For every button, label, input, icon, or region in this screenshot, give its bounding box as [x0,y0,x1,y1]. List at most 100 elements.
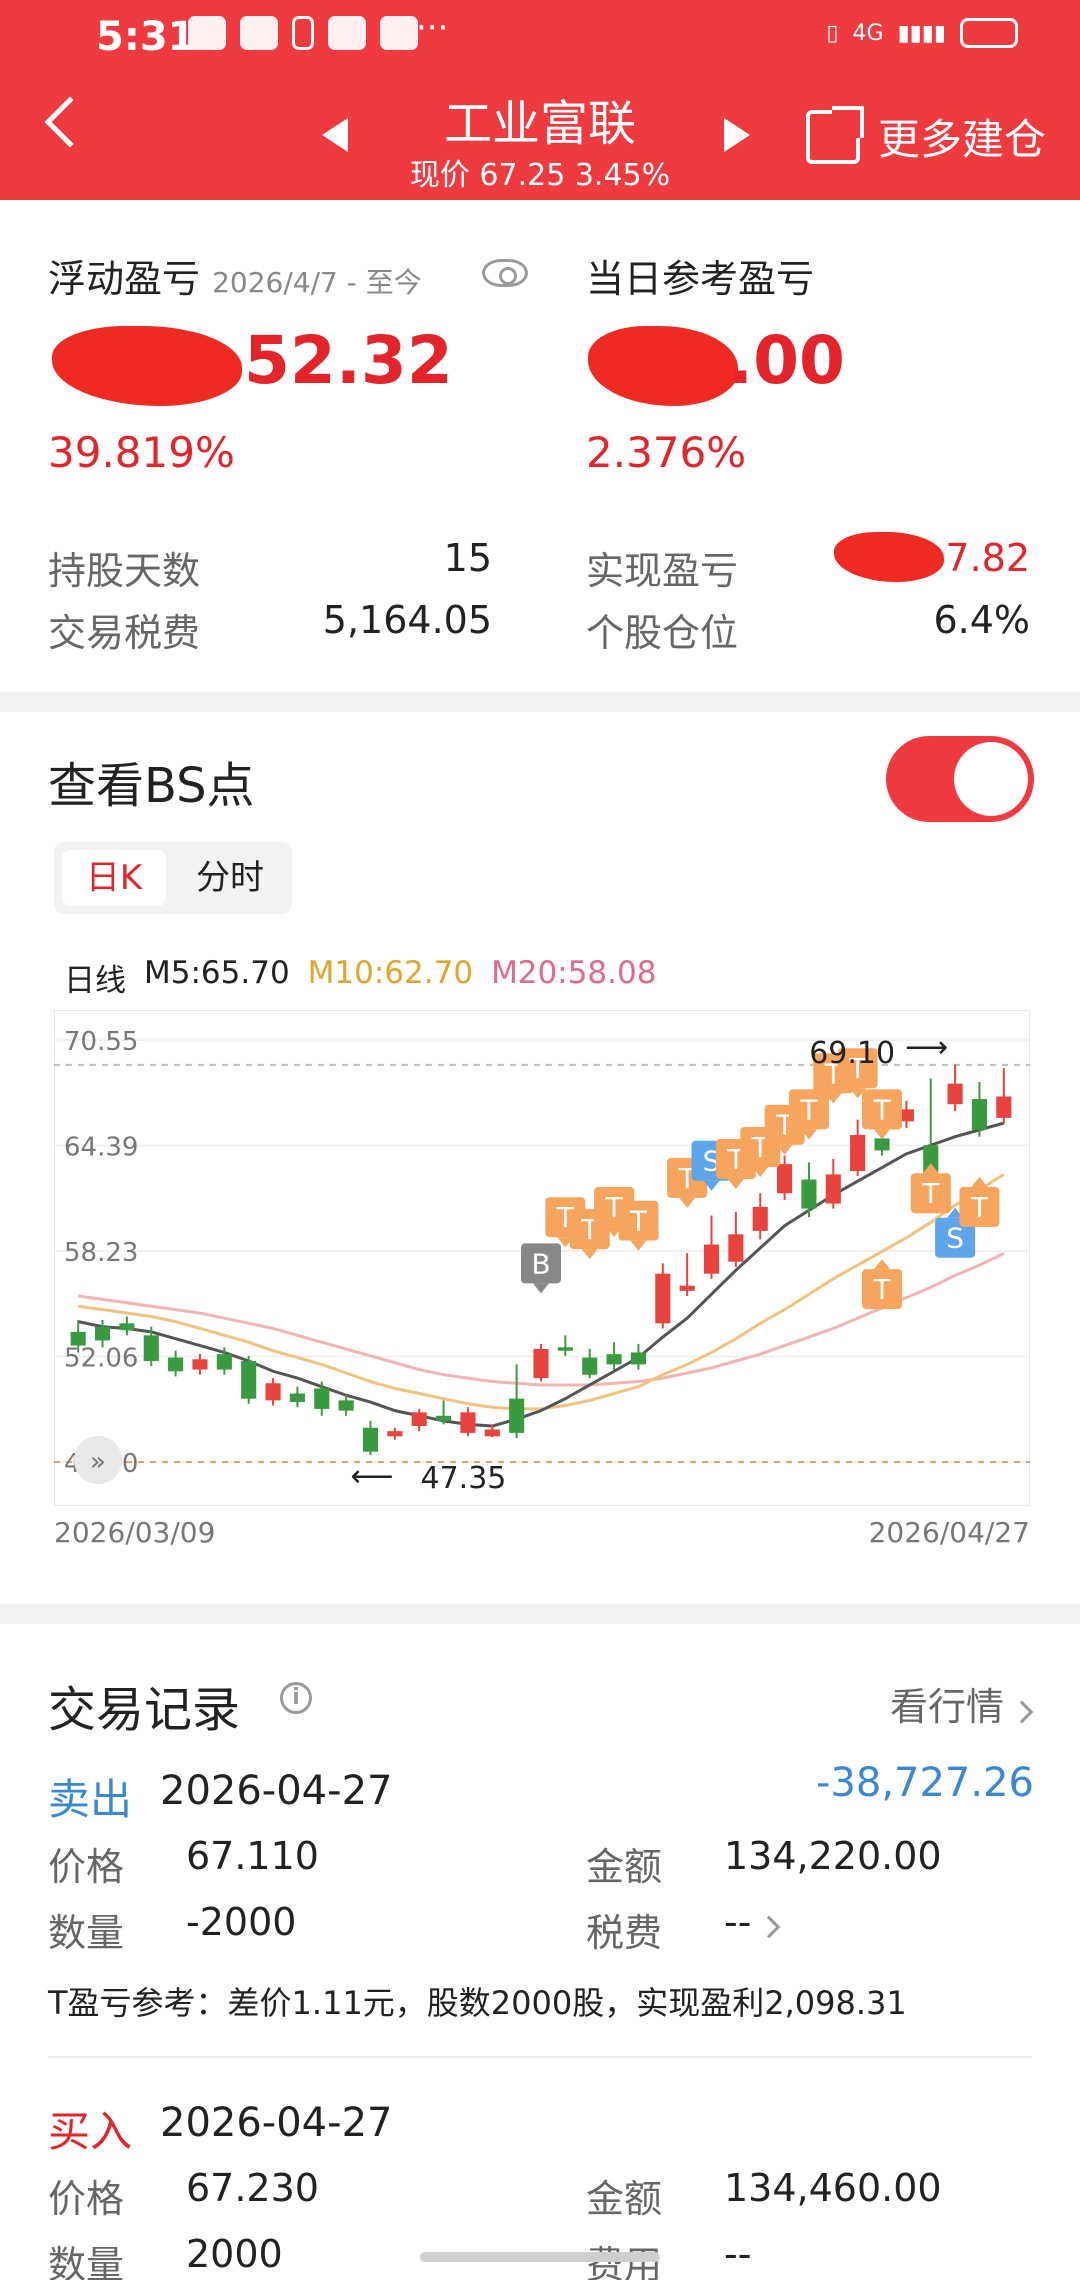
signal-label: 4G [852,20,884,46]
candle-body [314,1388,330,1409]
candle-body [289,1393,305,1403]
qty-label: 数量 [48,1911,125,1955]
status-notification-icons [188,16,418,50]
candle-body [606,1354,622,1365]
view-market-link[interactable]: 看行情 [890,1676,1034,1731]
status-indicators: ▯ 4G ▮▮▮▮ [826,18,1018,48]
gesture-nav-bar[interactable] [420,2252,660,2262]
kline-chart[interactable]: BTTTTTSTTTTTTTTTST 70.5564.3958.2352.064… [54,1010,1030,1506]
low-label: 47.35 [420,1461,506,1496]
hold-days-label: 持股天数 [48,549,201,593]
marker-label: T [921,1177,940,1210]
date-end: 2026/04/27 [868,1516,1030,1549]
candle [533,1343,549,1382]
redaction-mark [588,326,738,406]
candle-body [655,1273,671,1324]
fee-value[interactable]: -- [724,1900,781,1944]
more-build-label: 更多建仓 [878,115,1047,164]
sum-value: 134,460.00 [724,2166,942,2210]
ma-legend-name: 日线 [64,963,126,999]
section-divider [0,692,1080,712]
low-arrow: ⟵ [350,1459,393,1494]
more-build-button[interactable]: 更多建仓 [806,105,1047,167]
ma10-legend: M10:62.70 [307,955,474,991]
candle-body [971,1099,988,1130]
ma20-legend: M20:58.08 [491,955,657,991]
t-profit-note: T盈亏参考：差价1.11元，股数2000股，实现盈利2,098.31 [48,1984,907,2022]
candle-body [728,1234,744,1262]
candle-body [484,1429,500,1437]
position-value: 6.4% [933,598,1030,642]
candle-body [630,1352,646,1365]
tab-intraday[interactable]: 分时 [176,850,284,906]
eye-icon[interactable] [482,259,528,287]
price-label: 价格 [48,2177,125,2221]
app-icon [380,16,418,50]
phone-icon [292,16,314,50]
float-pnl-value: 52.32 [244,322,453,399]
candle-body [557,1347,573,1351]
day-pnl-value: .00 [728,322,845,399]
hold-days-value: 15 [443,536,492,580]
realized-value: 7.82 [945,536,1030,580]
bs-toggle[interactable] [886,736,1034,822]
price-value: 67.230 [186,2166,319,2210]
back-icon[interactable] [44,96,96,148]
candle-body [362,1427,379,1452]
candle-body [825,1174,841,1204]
trade-records-title: 交易记录 [48,1682,241,1738]
chart-tabs: 日K 分时 [54,842,292,914]
record-divider [48,2056,1032,2058]
chevron-right-icon [1010,1700,1034,1724]
qty-value: -2000 [186,1900,297,1944]
info-icon[interactable]: i [280,1682,312,1714]
candle-body [265,1383,281,1401]
candle-body [777,1164,793,1194]
candle-body [436,1415,452,1421]
y-tick-label: 70.55 [64,1027,138,1057]
candle-body [119,1323,135,1331]
candle-body [460,1412,476,1433]
y-tick-label: 58.23 [64,1238,138,1268]
trade-date: 2026-04-27 [160,1768,393,1814]
candle-body [874,1138,890,1151]
next-stock-icon[interactable] [724,118,750,152]
candle-body [996,1096,1012,1118]
price-value: 67.110 [186,1834,319,1878]
fee-label: 交易税费 [48,611,201,655]
position-label: 个股仓位 [586,611,739,655]
share-icon [806,105,864,164]
candle-body [387,1431,403,1437]
stock-title: 工业富联 [443,96,636,152]
candle-body [679,1285,695,1291]
signal-icon: ▮▮▮▮ [897,20,946,46]
candle-body [192,1359,208,1370]
candle-body [411,1412,427,1427]
sum-label: 金额 [586,2177,663,2221]
trade-amount: -38,727.26 [815,1760,1034,1806]
marker-label: T [799,1093,818,1126]
high-label: 69.10 [809,1036,895,1071]
section-divider [0,1604,1080,1624]
day-pnl-percent: 2.376% [586,428,747,477]
vibrate-icon: ▯ [826,20,839,46]
expand-button[interactable]: » [74,1436,122,1484]
prev-stock-icon[interactable] [322,118,348,152]
candle-body [143,1335,159,1361]
fee-label: 税费 [586,1911,663,1955]
y-tick-label: 52.06 [64,1344,138,1374]
marker-label: T [629,1205,648,1238]
tab-day-k[interactable]: 日K [62,850,166,906]
ma-legend: 日线 M5:65.70 M10:62.70 M20:58.08 [64,955,656,1000]
marker-label: T [872,1093,891,1126]
y-tick-label: 64.39 [64,1132,138,1162]
candle [241,1355,257,1404]
redaction-mark [52,326,242,406]
date-start: 2026/03/09 [54,1516,216,1549]
marker-label: T [970,1191,989,1224]
candle-body [850,1135,866,1171]
candle-body [241,1360,257,1399]
huawei-icon [240,16,278,50]
marker-label: T [872,1273,891,1306]
float-period: 2026/4/7 - 至今 [212,266,422,299]
